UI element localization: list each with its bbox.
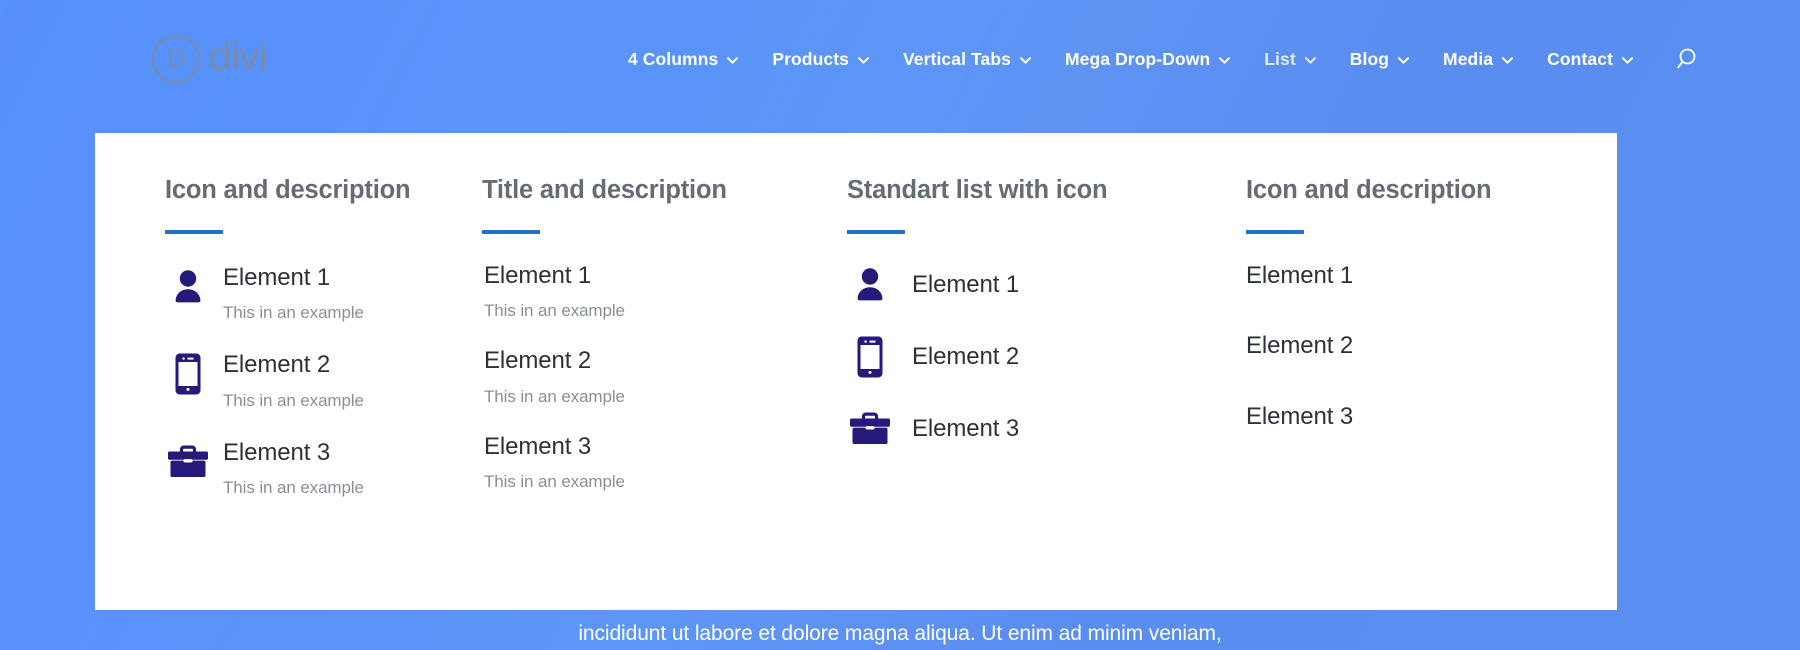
list-item[interactable]: Element 2 [847, 334, 1207, 380]
nav-item-contact[interactable]: Contact [1530, 49, 1650, 70]
user-icon [165, 264, 211, 310]
nav-label: Media [1443, 48, 1494, 69]
main-navigation: 4 Columns Products Vertical Tabs Mega Dr… [611, 42, 1706, 76]
column-divider [482, 229, 540, 234]
brand-name: divi [209, 35, 268, 79]
list-item-title: Element 2 [912, 342, 1020, 370]
column-items: Element 1 This in an example Element 2 T… [482, 262, 827, 493]
list-item[interactable]: Element 2 This in an example [482, 347, 827, 407]
four-column-grid: Icon and description Element 1 This in a… [95, 133, 1617, 610]
mobile-icon [847, 334, 893, 380]
list-item[interactable]: Element 3 [1246, 403, 1617, 431]
column-title-and-description: Title and description Element 1 This in … [461, 175, 827, 610]
column-standart-list-with-icon: Standart list with icon Element 1 Elemen… [827, 175, 1207, 610]
list-item[interactable]: Element 1 This in an example [482, 262, 827, 322]
column-title: Standart list with icon [847, 176, 1108, 204]
nav-item-vertical-tabs[interactable]: Vertical Tabs [886, 49, 1048, 70]
list-item-description: This in an example [484, 472, 625, 492]
divi-logo[interactable]: D divi [152, 35, 268, 83]
list-item-description: This in an example [223, 478, 364, 498]
nav-label: List [1264, 48, 1296, 69]
chevron-down-icon [1398, 56, 1410, 64]
chevron-down-icon [1019, 56, 1031, 64]
nav-label: Blog [1349, 48, 1390, 69]
briefcase-icon [847, 406, 893, 452]
page-background: D divi 4 Columns Products Vertical Tabs [0, 0, 1800, 650]
content-card: Icon and description Element 1 This in a… [95, 133, 1617, 610]
list-item-body: Element 3 This in an example [223, 437, 364, 499]
nav-item-mega-drop-down[interactable]: Mega Drop-Down [1048, 49, 1247, 70]
list-item[interactable]: Element 3 This in an example [482, 433, 827, 493]
list-item-title: Element 2 [484, 347, 592, 375]
column-title: Icon and description [1246, 176, 1492, 204]
nav-label: Products [772, 48, 849, 69]
search-icon[interactable] [1672, 42, 1706, 76]
chevron-down-icon [857, 56, 869, 64]
list-item-title: Element 3 [912, 414, 1020, 442]
list-item-body: Element 2 This in an example [223, 349, 364, 411]
nav-item-blog[interactable]: Blog [1333, 49, 1426, 70]
list-item-title: Element 1 [484, 261, 592, 289]
column-divider [847, 229, 905, 234]
nav-item-4-columns[interactable]: 4 Columns [611, 49, 755, 70]
column-items: Element 1 Element 2 Element 3 [847, 262, 1207, 452]
list-item-title: Element 2 [223, 351, 331, 379]
list-item-description: This in an example [223, 390, 364, 410]
bottom-paragraph-text: incididunt ut labore et dolore magna ali… [578, 622, 1222, 645]
list-item-title: Element 3 [484, 432, 592, 460]
chevron-down-icon [1502, 56, 1514, 64]
list-item-title: Element 1 [223, 263, 331, 291]
mobile-icon [165, 351, 211, 397]
column-divider [165, 229, 223, 234]
nav-label: Mega Drop-Down [1064, 48, 1211, 69]
list-item-body: Element 1 This in an example [223, 262, 364, 324]
column-title: Title and description [482, 176, 727, 204]
column-icon-and-description-1: Icon and description Element 1 This in a… [95, 175, 461, 610]
nav-label: Vertical Tabs [902, 48, 1011, 69]
nav-label: Contact [1547, 48, 1613, 69]
nav-label: 4 Columns [627, 48, 719, 69]
divi-circle-d-icon: D [152, 35, 200, 83]
site-header: D divi 4 Columns Products Vertical Tabs [0, 0, 1800, 118]
column-items: Element 1 Element 2 Element 3 [1246, 262, 1617, 431]
nav-item-media[interactable]: Media [1426, 49, 1530, 70]
list-item-description: This in an example [484, 301, 625, 321]
column-title: Icon and description [165, 176, 411, 204]
chevron-down-icon [1622, 56, 1633, 64]
list-item[interactable]: Element 1 [847, 262, 1207, 308]
user-icon [847, 262, 893, 308]
list-item-description: This in an example [484, 386, 625, 406]
nav-item-list[interactable]: List [1247, 49, 1333, 70]
list-item[interactable]: Element 2 [1246, 332, 1617, 360]
list-item-title: Element 3 [223, 438, 331, 466]
list-item[interactable]: Element 3 [847, 406, 1207, 452]
column-items: Element 1 This in an example Element 2 T… [165, 262, 461, 499]
column-icon-and-description-2: Icon and description Element 1 Element 2… [1207, 175, 1617, 610]
briefcase-icon [165, 439, 211, 485]
nav-item-products[interactable]: Products [755, 49, 886, 70]
chevron-down-icon [1219, 56, 1231, 64]
list-item[interactable]: Element 1 This in an example [165, 262, 461, 324]
column-divider [1246, 229, 1304, 234]
chevron-down-icon [727, 56, 739, 64]
list-item-description: This in an example [223, 303, 364, 323]
list-item[interactable]: Element 3 This in an example [165, 437, 461, 499]
list-item[interactable]: Element 1 [1246, 262, 1617, 290]
list-item-title: Element 1 [912, 270, 1020, 298]
list-item[interactable]: Element 2 This in an example [165, 349, 461, 411]
chevron-down-icon [1304, 56, 1316, 64]
